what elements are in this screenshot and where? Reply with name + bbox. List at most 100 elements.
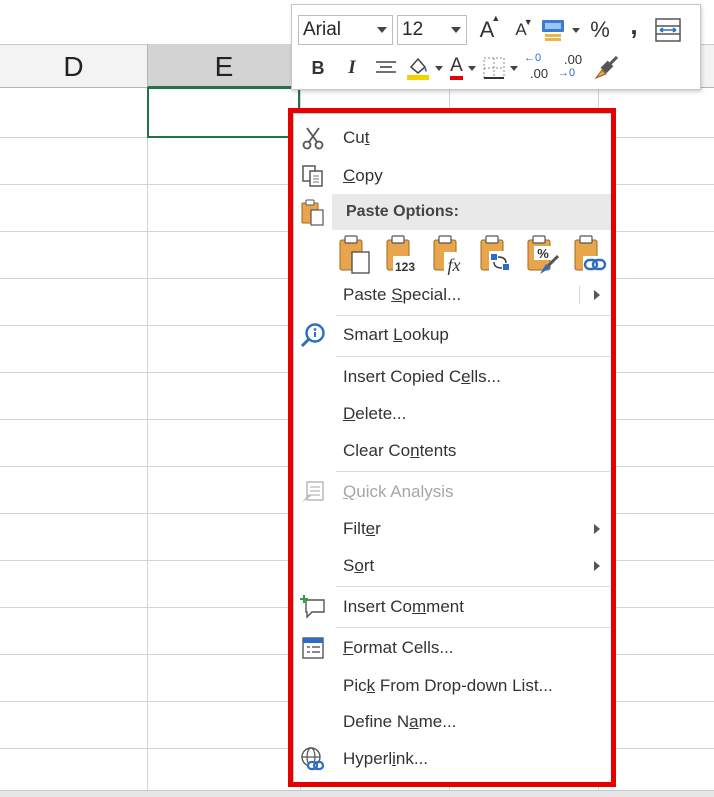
bold-button[interactable]: B bbox=[304, 53, 332, 83]
chevron-right-icon bbox=[594, 290, 600, 300]
menu-item-copy[interactable]: Copy bbox=[294, 158, 612, 194]
paste-options-label: Paste Options: bbox=[346, 203, 459, 220]
italic-icon: I bbox=[348, 57, 356, 78]
chevron-down-icon bbox=[572, 27, 580, 33]
italic-button[interactable]: I bbox=[338, 53, 366, 83]
grow-font-button[interactable]: A ▲ bbox=[473, 13, 501, 45]
quick-analysis-icon bbox=[300, 479, 326, 505]
gridline-vertical bbox=[147, 88, 148, 790]
font-size-combo[interactable]: 12 bbox=[397, 15, 467, 45]
menu-item-smart-lookup[interactable]: Smart Lookup bbox=[294, 317, 612, 353]
menu-item-hyperlink[interactable]: Hyperlink... bbox=[294, 741, 612, 777]
paste-formatting-button[interactable]: % bbox=[526, 234, 560, 276]
menu-item-paste-special[interactable]: Paste Special... bbox=[294, 277, 612, 313]
menu-separator bbox=[336, 471, 610, 472]
paste-values-button[interactable]: 123 bbox=[385, 234, 419, 276]
accounting-format-icon bbox=[542, 20, 564, 41]
paste-options-group: 123 fx % bbox=[338, 234, 612, 276]
menu-item-filter[interactable]: Filter bbox=[294, 511, 612, 547]
align-center-button[interactable] bbox=[372, 53, 400, 83]
comma-style-button[interactable]: , bbox=[620, 10, 648, 45]
paste-button[interactable] bbox=[338, 234, 372, 276]
column-header-d[interactable]: D bbox=[0, 44, 147, 88]
menu-item-format-cells[interactable]: Format Cells... bbox=[294, 630, 612, 666]
menu-item-delete-label: Delete... bbox=[343, 404, 407, 423]
font-color-button[interactable]: A bbox=[449, 53, 477, 83]
shrink-font-icon: A ▼ bbox=[515, 17, 533, 39]
paste-transpose-button[interactable] bbox=[479, 234, 513, 276]
chevron-down-icon bbox=[467, 65, 476, 71]
menu-item-delete[interactable]: Delete... bbox=[294, 396, 612, 432]
menu-item-clear-contents[interactable]: Clear Contents bbox=[294, 433, 612, 469]
paste-link-button[interactable] bbox=[573, 234, 607, 276]
chevron-down-icon bbox=[510, 65, 518, 71]
align-center-icon bbox=[376, 61, 396, 73]
fill-color-icon bbox=[407, 57, 429, 80]
borders-button[interactable] bbox=[483, 53, 518, 83]
scissors-icon bbox=[300, 125, 326, 151]
paste-icon bbox=[300, 199, 326, 227]
mini-toolbar: Arial 12 A ▲ A ▼ % , B I A ←0 .00 .00 →0 bbox=[291, 4, 701, 90]
chevron-down-icon bbox=[451, 27, 461, 33]
font-size-value: 12 bbox=[402, 19, 424, 40]
menu-item-sort[interactable]: Sort bbox=[294, 548, 612, 584]
merge-center-button[interactable] bbox=[654, 15, 682, 45]
accounting-format-button[interactable] bbox=[541, 15, 580, 45]
increase-decimal-button[interactable]: ←0 .00 bbox=[524, 52, 552, 83]
menu-item-define-name-label: Define Name... bbox=[343, 712, 457, 731]
insert-comment-icon bbox=[300, 594, 326, 620]
paste-formulas-label: fx bbox=[448, 255, 461, 275]
menu-item-pick-from-list-label: Pick From Drop-down List... bbox=[343, 676, 553, 695]
format-painter-icon bbox=[594, 56, 619, 80]
increase-decimal-icon: ←0 .00 bbox=[524, 52, 549, 81]
menu-item-copy-label: Copy bbox=[343, 166, 383, 185]
menu-item-hyperlink-label: Hyperlink... bbox=[343, 749, 429, 768]
menu-item-insert-comment[interactable]: Insert Comment bbox=[294, 589, 612, 625]
grow-font-icon: A ▲ bbox=[479, 13, 501, 42]
decrease-decimal-button[interactable]: .00 →0 bbox=[558, 52, 586, 83]
menu-separator bbox=[336, 356, 610, 357]
menu-item-filter-label: Filter bbox=[343, 519, 381, 538]
paste-link-icon bbox=[574, 235, 607, 274]
shrink-font-button[interactable]: A ▼ bbox=[507, 15, 535, 45]
menu-item-quick-analysis-label: Quick Analysis bbox=[343, 482, 454, 501]
format-cells-icon bbox=[300, 635, 326, 661]
format-painter-button[interactable] bbox=[592, 53, 620, 83]
chevron-down-icon bbox=[435, 65, 443, 71]
sheet-bottom-edge bbox=[0, 790, 714, 797]
context-menu: Cut Copy Paste Options: 123 fx % Paste S… bbox=[293, 113, 613, 783]
paste-options-header: Paste Options: bbox=[294, 194, 612, 230]
paste-transpose-icon bbox=[480, 235, 511, 273]
menu-item-insert-comment-label: Insert Comment bbox=[343, 597, 464, 616]
font-name-combo[interactable]: Arial bbox=[298, 15, 393, 45]
paste-formulas-icon: fx bbox=[433, 235, 464, 275]
chevron-down-icon bbox=[377, 27, 387, 33]
percent-style-button[interactable]: % bbox=[586, 15, 614, 45]
column-divider bbox=[147, 44, 148, 88]
decrease-decimal-icon: .00 →0 bbox=[558, 52, 583, 79]
fill-color-button[interactable] bbox=[406, 53, 443, 83]
mini-toolbar-row-2: B I A ←0 .00 .00 →0 bbox=[298, 51, 620, 85]
column-header-e[interactable]: E bbox=[148, 44, 300, 88]
menu-separator bbox=[336, 627, 610, 628]
font-name-value: Arial bbox=[303, 19, 342, 40]
menu-item-cut-label: Cut bbox=[343, 128, 370, 147]
menu-item-insert-copied-cells-label: Insert Copied Cells... bbox=[343, 367, 501, 386]
menu-item-define-name[interactable]: Define Name... bbox=[294, 704, 612, 740]
menu-item-format-cells-label: Format Cells... bbox=[343, 638, 454, 657]
paste-values-icon: 123 bbox=[386, 235, 419, 274]
submenu-divider bbox=[579, 286, 580, 304]
menu-separator bbox=[336, 315, 610, 316]
chevron-right-icon bbox=[594, 561, 600, 571]
paste-formulas-button[interactable]: fx bbox=[432, 234, 466, 276]
menu-item-clear-contents-label: Clear Contents bbox=[343, 441, 457, 460]
menu-item-pick-from-list[interactable]: Pick From Drop-down List... bbox=[294, 668, 612, 704]
smart-lookup-icon bbox=[300, 322, 326, 348]
menu-item-cut[interactable]: Cut bbox=[294, 120, 612, 156]
merge-center-icon bbox=[655, 18, 681, 42]
bold-icon: B bbox=[311, 57, 325, 78]
paste-values-label: 123 bbox=[395, 260, 415, 274]
active-cell-e1[interactable] bbox=[147, 87, 300, 138]
menu-item-insert-copied-cells[interactable]: Insert Copied Cells... bbox=[294, 359, 612, 395]
comma-icon: , bbox=[630, 9, 638, 40]
